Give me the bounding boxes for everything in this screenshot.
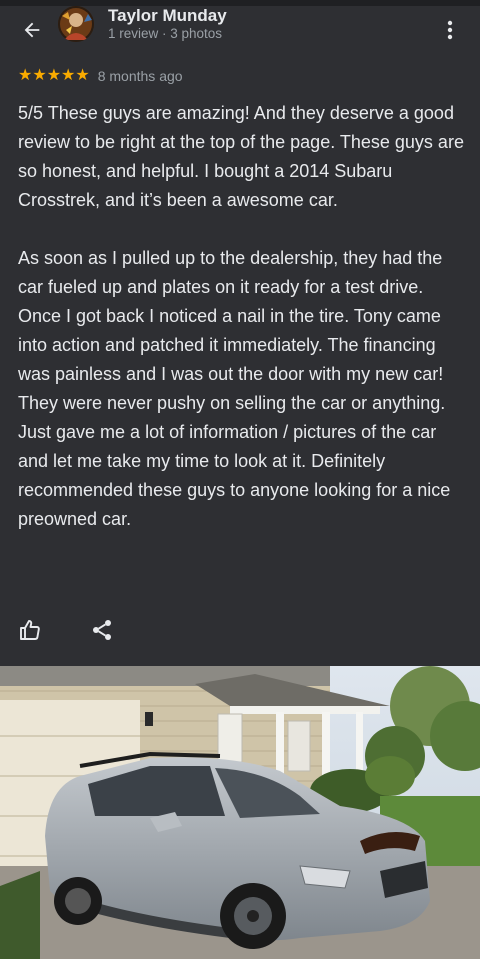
- more-options-button[interactable]: [436, 12, 464, 48]
- share-button[interactable]: [90, 618, 114, 642]
- share-icon: [93, 620, 111, 640]
- car-photo: [0, 666, 480, 959]
- review-text: 5/5 These guys are amazing! And they des…: [18, 99, 466, 534]
- avatar-image: [58, 6, 94, 42]
- back-button[interactable]: [14, 12, 50, 48]
- arrow-left-icon: [24, 22, 40, 38]
- avatar[interactable]: [58, 6, 94, 42]
- rating-row: ★★★★★ 8 months ago: [18, 66, 183, 86]
- reviewer-name[interactable]: Taylor Munday: [108, 6, 227, 26]
- review-date: 8 months ago: [97, 68, 183, 84]
- review-paragraph: 5/5 These guys are amazing! And they des…: [18, 103, 464, 210]
- more-vert-icon: [447, 20, 453, 40]
- review-actions: [0, 614, 480, 648]
- star-rating: ★★★★★: [18, 67, 90, 84]
- review-photo[interactable]: [0, 666, 480, 959]
- reviewer-meta: 1 review · 3 photos: [108, 26, 223, 41]
- like-button[interactable]: [18, 618, 42, 642]
- review-header: Taylor Munday 1 review · 3 photos: [0, 6, 480, 58]
- thumb-up-icon: [20, 620, 40, 640]
- review-paragraph: As soon as I pulled up to the dealership…: [18, 248, 451, 529]
